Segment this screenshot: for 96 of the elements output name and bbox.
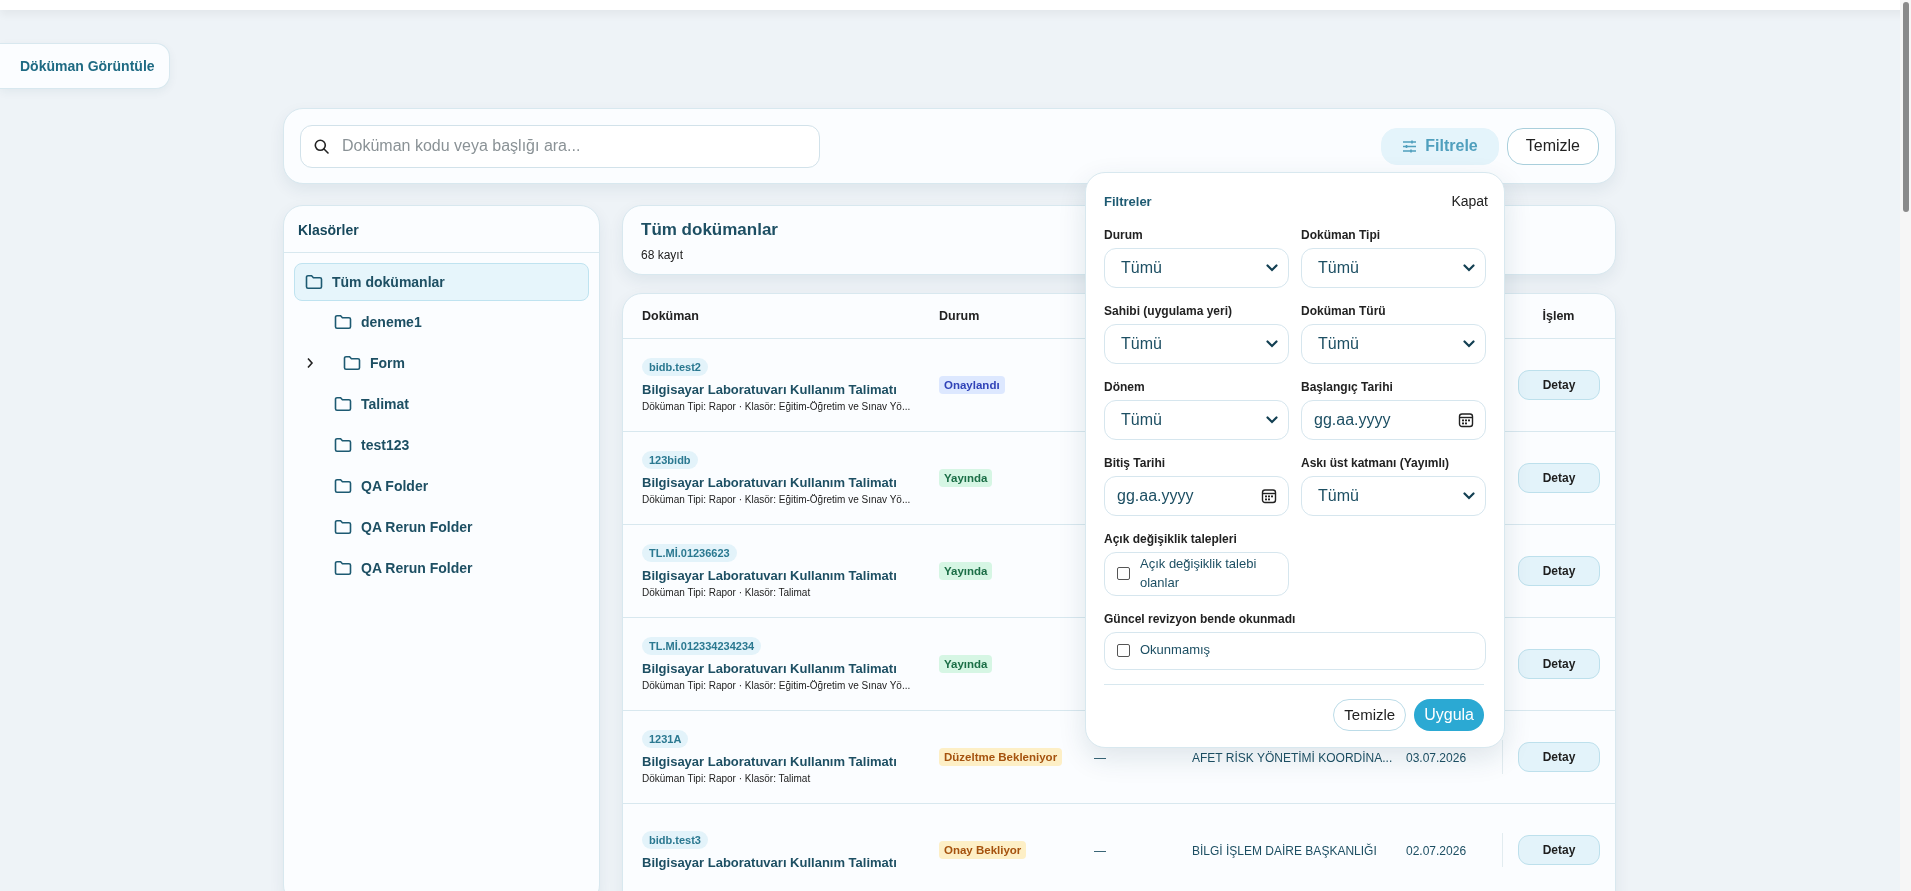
calendar-icon[interactable] (1458, 412, 1474, 428)
panel-title: Klasörler (284, 206, 599, 253)
close-button[interactable]: Kapat (1451, 193, 1488, 209)
column-header: Doküman (642, 309, 700, 323)
detail-button[interactable]: Detay (1518, 649, 1600, 679)
dropdown-field[interactable]: Tümü (1104, 324, 1289, 364)
field-label: Başlangıç Tarihi (1301, 380, 1394, 394)
dropdown-field[interactable]: Tümü (1104, 400, 1289, 440)
chevron-down-icon (1463, 492, 1475, 500)
status-badge: Onay Bekliyor (939, 841, 1027, 859)
chevron-down-icon (1266, 416, 1278, 424)
table-cell: BİLGİ İŞLEM DAİRE BAŞKANLIĞI (1192, 844, 1377, 858)
folder-icon (334, 519, 352, 535)
folder-item[interactable]: QA Folder (294, 466, 589, 506)
document-meta: Döküman Tipi: Rapor · Klasör: Eğitim-Öğretim ve Sınav Yö... (642, 494, 911, 505)
chevron-down-icon (1266, 264, 1278, 272)
field-label: Sahibi (uygulama yeri) (1104, 304, 1234, 318)
date-field[interactable]: gg.aa.yyyy (1301, 400, 1486, 440)
checkbox[interactable] (1117, 567, 1130, 581)
document-code-tag: 123bidb (642, 451, 698, 469)
panel-title: Filtreler (1104, 193, 1152, 209)
clear-button[interactable]: Temizle (1506, 127, 1599, 165)
field-label: Doküman Tipi (1301, 228, 1382, 242)
document-title[interactable]: Bilgisayar Laboratuvarı Kullanım Talimatı (642, 382, 897, 397)
dropdown-field[interactable]: Tümü (1301, 476, 1486, 516)
folder-item[interactable]: Talimat (294, 384, 589, 424)
column-header: İşlem (1542, 309, 1575, 323)
folder-icon (334, 560, 352, 576)
detail-button[interactable]: Detay (1518, 742, 1600, 772)
checkbox-option[interactable]: Açık değişiklik talebi olanlar (1104, 552, 1289, 596)
checkbox-option[interactable]: Okunmamış (1104, 631, 1486, 670)
detail-button[interactable]: Detay (1518, 370, 1600, 400)
document-code-tag: bidb.test2 (642, 358, 708, 376)
clear-button[interactable]: Temizle (1333, 698, 1407, 731)
chevron-right-icon[interactable] (305, 357, 315, 369)
scrollbar[interactable] (1900, 0, 1911, 891)
document-code-tag: TL.Mİ.01236623 (642, 544, 737, 562)
field-label: Güncel revizyon bende okunmadı (1104, 611, 1297, 626)
search-field[interactable]: Doküman kodu veya başlığı ara... (300, 124, 820, 168)
detail-button[interactable]: Detay (1518, 835, 1600, 865)
status-badge: Onaylandı (939, 376, 1005, 394)
dropdown-field[interactable]: Tümü (1301, 324, 1486, 364)
folder-icon (334, 478, 352, 494)
page-tab[interactable]: Döküman Görüntüle (0, 43, 170, 89)
detail-button[interactable]: Detay (1518, 556, 1600, 586)
document-title[interactable]: Bilgisayar Laboratuvarı Kullanım Talimatı (642, 475, 897, 490)
folder-item[interactable]: test123 (294, 425, 589, 465)
record-count: 68 kayıt (641, 248, 685, 262)
table-cell: AFET RİSK YÖNETİMİ KOORDİNA... (1192, 751, 1393, 765)
dropdown-field[interactable]: Tümü (1104, 248, 1289, 288)
checkbox[interactable] (1117, 644, 1130, 658)
table-cell: — (1094, 844, 1106, 858)
status-badge: Düzeltme Bekleniyor (939, 748, 1063, 766)
chevron-down-icon (1463, 340, 1475, 348)
calendar-icon[interactable] (1261, 488, 1277, 504)
status-badge: Yayında (939, 655, 993, 673)
folder-icon (334, 396, 352, 412)
document-meta: Döküman Tipi: Rapor · Klasör: Eğitim-Öğretim ve Sınav Yö... (642, 401, 911, 412)
folder-icon (305, 274, 323, 290)
field-label: Durum (1104, 228, 1144, 242)
chevron-down-icon (1266, 340, 1278, 348)
folder-icon (343, 355, 361, 371)
field-label: Askı üst katmanı (Yayımlı) (1301, 456, 1451, 470)
folder-item[interactable]: Tüm dokümanlar (294, 263, 589, 301)
list-title: Tüm dokümanlar (641, 220, 778, 240)
document-code-tag: TL.Mİ.012334234234 (642, 637, 762, 655)
folder-item[interactable]: QA Rerun Folder (294, 507, 589, 547)
document-meta: Döküman Tipi: Rapor · Klasör: Eğitim-Öğretim ve Sınav Yö... (642, 680, 911, 691)
table-cell: — (1094, 751, 1106, 765)
dropdown-field[interactable]: Tümü (1301, 248, 1486, 288)
document-title[interactable]: Bilgisayar Laboratuvarı Kullanım Talimatı (642, 661, 897, 676)
sliders-icon (1402, 139, 1418, 153)
date-cell: 03.07.2026 (1406, 751, 1467, 765)
field-label: Dönem (1104, 380, 1146, 394)
document-meta: Döküman Tipi: Rapor · Klasör: Talimat (642, 587, 811, 598)
document-title[interactable]: Bilgisayar Laboratuvarı Kullanım Talimatı (642, 568, 897, 583)
folder-item[interactable]: Form (294, 343, 589, 383)
document-title[interactable]: Bilgisayar Laboratuvarı Kullanım Talimatı (642, 854, 897, 870)
folder-icon (334, 437, 352, 453)
folder-icon (334, 314, 352, 330)
date-cell: 02.07.2026 (1406, 844, 1467, 858)
status-badge: Yayında (939, 469, 993, 487)
date-field[interactable]: gg.aa.yyyy (1104, 476, 1289, 516)
document-code-tag: bidb.test3 (642, 830, 708, 849)
status-badge: Yayında (939, 562, 993, 580)
document-title[interactable]: Bilgisayar Laboratuvarı Kullanım Talimatı (642, 754, 897, 769)
field-label: Bitiş Tarihi (1104, 456, 1167, 470)
detail-button[interactable]: Detay (1518, 463, 1600, 493)
folder-item[interactable]: QA Rerun Folder (294, 548, 589, 588)
column-header: Durum (939, 309, 981, 323)
field-label: Açık değişiklik talepleri (1104, 532, 1238, 546)
folder-item[interactable]: deneme1 (294, 302, 589, 342)
field-label: Doküman Türü (1301, 304, 1387, 318)
document-meta: Döküman Tipi: Rapor · Klasör: Talimat (642, 773, 811, 784)
document-code-tag: 1231A (642, 730, 689, 748)
chevron-down-icon (1463, 264, 1475, 272)
